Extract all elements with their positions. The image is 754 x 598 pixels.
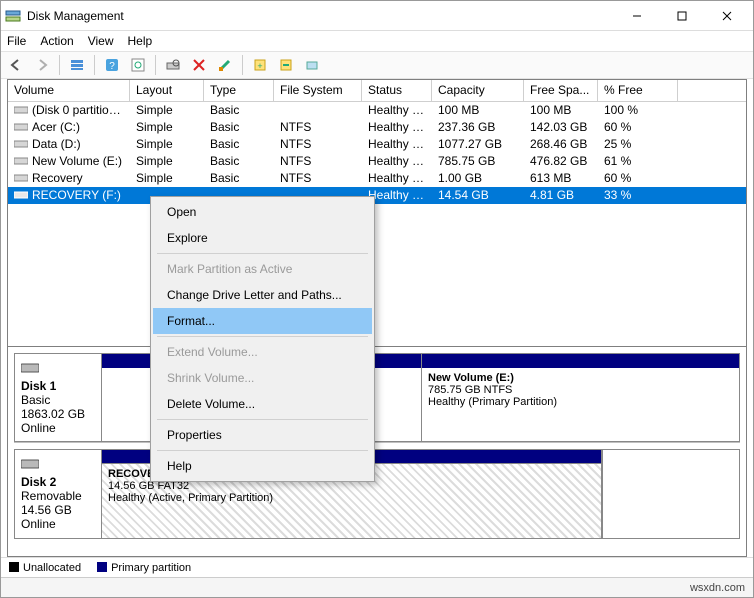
refresh-button[interactable] (127, 54, 149, 76)
separator (157, 253, 368, 254)
menu-action[interactable]: Action (40, 34, 73, 48)
delete-button[interactable] (188, 54, 210, 76)
detach-vhd-button[interactable] (301, 54, 323, 76)
properties-button[interactable] (214, 54, 236, 76)
menu-properties[interactable]: Properties (153, 422, 372, 448)
swatch-primary (97, 562, 107, 572)
disk-info[interactable]: Disk 1 Basic 1863.02 GB Online (14, 353, 102, 442)
menu-delete-volume[interactable]: Delete Volume... (153, 391, 372, 417)
rescan-button[interactable] (162, 54, 184, 76)
separator (157, 450, 368, 451)
watermark: wsxdn.com (690, 582, 745, 594)
maximize-button[interactable] (659, 1, 704, 30)
disk-type: Removable (21, 489, 95, 503)
partition-status: Healthy (Primary Partition) (428, 396, 733, 408)
menu-shrink-volume: Shrink Volume... (153, 365, 372, 391)
svg-text:?: ? (109, 61, 115, 72)
svg-text:+: + (257, 61, 262, 71)
disk-graphic-pane: Disk 1 Basic 1863.02 GB Online New Volum… (7, 347, 747, 557)
drive-icon (14, 104, 28, 114)
volume-row-selected[interactable]: RECOVERY (F:) Healthy (A... 14.54 GB 4.8… (8, 187, 746, 204)
volume-row[interactable]: Acer (C:) Simple Basic NTFS Healthy (B..… (8, 119, 746, 136)
volume-row[interactable]: New Volume (E:) Simple Basic NTFS Health… (8, 153, 746, 170)
close-button[interactable] (704, 1, 749, 30)
col-type[interactable]: Type (204, 80, 274, 101)
partition[interactable]: New Volume (E:) 785.75 GB NTFS Healthy (… (422, 354, 739, 441)
forward-button[interactable] (31, 54, 53, 76)
partition-info: 785.75 GB NTFS (428, 384, 733, 396)
disk-row: Disk 2 Removable 14.56 GB Online RECOVER… (14, 449, 740, 539)
separator (157, 419, 368, 420)
disk-info[interactable]: Disk 2 Removable 14.56 GB Online (14, 449, 102, 539)
attach-vhd-button[interactable] (275, 54, 297, 76)
col-volume[interactable]: Volume (8, 80, 130, 101)
drive-icon (14, 155, 28, 165)
menu-extend-volume: Extend Volume... (153, 339, 372, 365)
view-list-button[interactable] (66, 54, 88, 76)
context-menu: Open Explore Mark Partition as Active Ch… (150, 196, 375, 482)
volume-row[interactable]: (Disk 0 partition 1) Simple Basic Health… (8, 102, 746, 119)
volume-row[interactable]: Data (D:) Simple Basic NTFS Healthy (P..… (8, 136, 746, 153)
partition-status: Healthy (Active, Primary Partition) (108, 492, 595, 504)
volume-list[interactable]: Volume Layout Type File System Status Ca… (7, 79, 747, 347)
help-button[interactable]: ? (101, 54, 123, 76)
legend: Unallocated Primary partition (1, 557, 753, 577)
app-icon (5, 8, 21, 24)
disk-state: Online (21, 517, 95, 531)
menu-open[interactable]: Open (153, 199, 372, 225)
menu-help[interactable]: Help (128, 34, 153, 48)
menu-explore[interactable]: Explore (153, 225, 372, 251)
toolbar: ? + (1, 51, 753, 79)
disk-icon (21, 360, 95, 377)
create-vhd-button[interactable]: + (249, 54, 271, 76)
col-capacity[interactable]: Capacity (432, 80, 524, 101)
disk-type: Basic (21, 393, 95, 407)
menu-help[interactable]: Help (153, 453, 372, 479)
drive-icon (14, 138, 28, 148)
partition-name: New Volume (E:) (428, 372, 514, 384)
disk-icon (21, 456, 95, 473)
menu-change-drive-letter[interactable]: Change Drive Letter and Paths... (153, 282, 372, 308)
minimize-button[interactable] (614, 1, 659, 30)
partition-header (422, 354, 739, 368)
menu-mark-active: Mark Partition as Active (153, 256, 372, 282)
col-layout[interactable]: Layout (130, 80, 204, 101)
back-button[interactable] (5, 54, 27, 76)
disk-row: Disk 1 Basic 1863.02 GB Online New Volum… (14, 353, 740, 443)
menu-bar: File Action View Help (1, 31, 753, 51)
disk-name: Disk 2 (21, 475, 56, 489)
col-pct[interactable]: % Free (598, 80, 678, 101)
col-fs[interactable]: File System (274, 80, 362, 101)
drive-icon (14, 189, 28, 199)
separator (157, 336, 368, 337)
legend-primary: Primary partition (111, 562, 191, 574)
column-headers: Volume Layout Type File System Status Ca… (8, 80, 746, 102)
menu-file[interactable]: File (7, 34, 26, 48)
swatch-unallocated (9, 562, 19, 572)
disk-state: Online (21, 421, 95, 435)
disk-size: 1863.02 GB (21, 407, 95, 421)
partition-empty[interactable] (602, 450, 739, 538)
menu-view[interactable]: View (88, 34, 114, 48)
title-bar: Disk Management (1, 1, 753, 31)
window-title: Disk Management (27, 9, 614, 23)
col-free[interactable]: Free Spa... (524, 80, 598, 101)
legend-unallocated: Unallocated (23, 562, 81, 574)
disk-size: 14.56 GB (21, 503, 95, 517)
volume-row[interactable]: Recovery Simple Basic NTFS Healthy (... … (8, 170, 746, 187)
col-status[interactable]: Status (362, 80, 432, 101)
status-bar: wsxdn.com (1, 577, 753, 597)
menu-format[interactable]: Format... (153, 308, 372, 334)
drive-icon (14, 172, 28, 182)
drive-icon (14, 121, 28, 131)
disk-name: Disk 1 (21, 379, 56, 393)
